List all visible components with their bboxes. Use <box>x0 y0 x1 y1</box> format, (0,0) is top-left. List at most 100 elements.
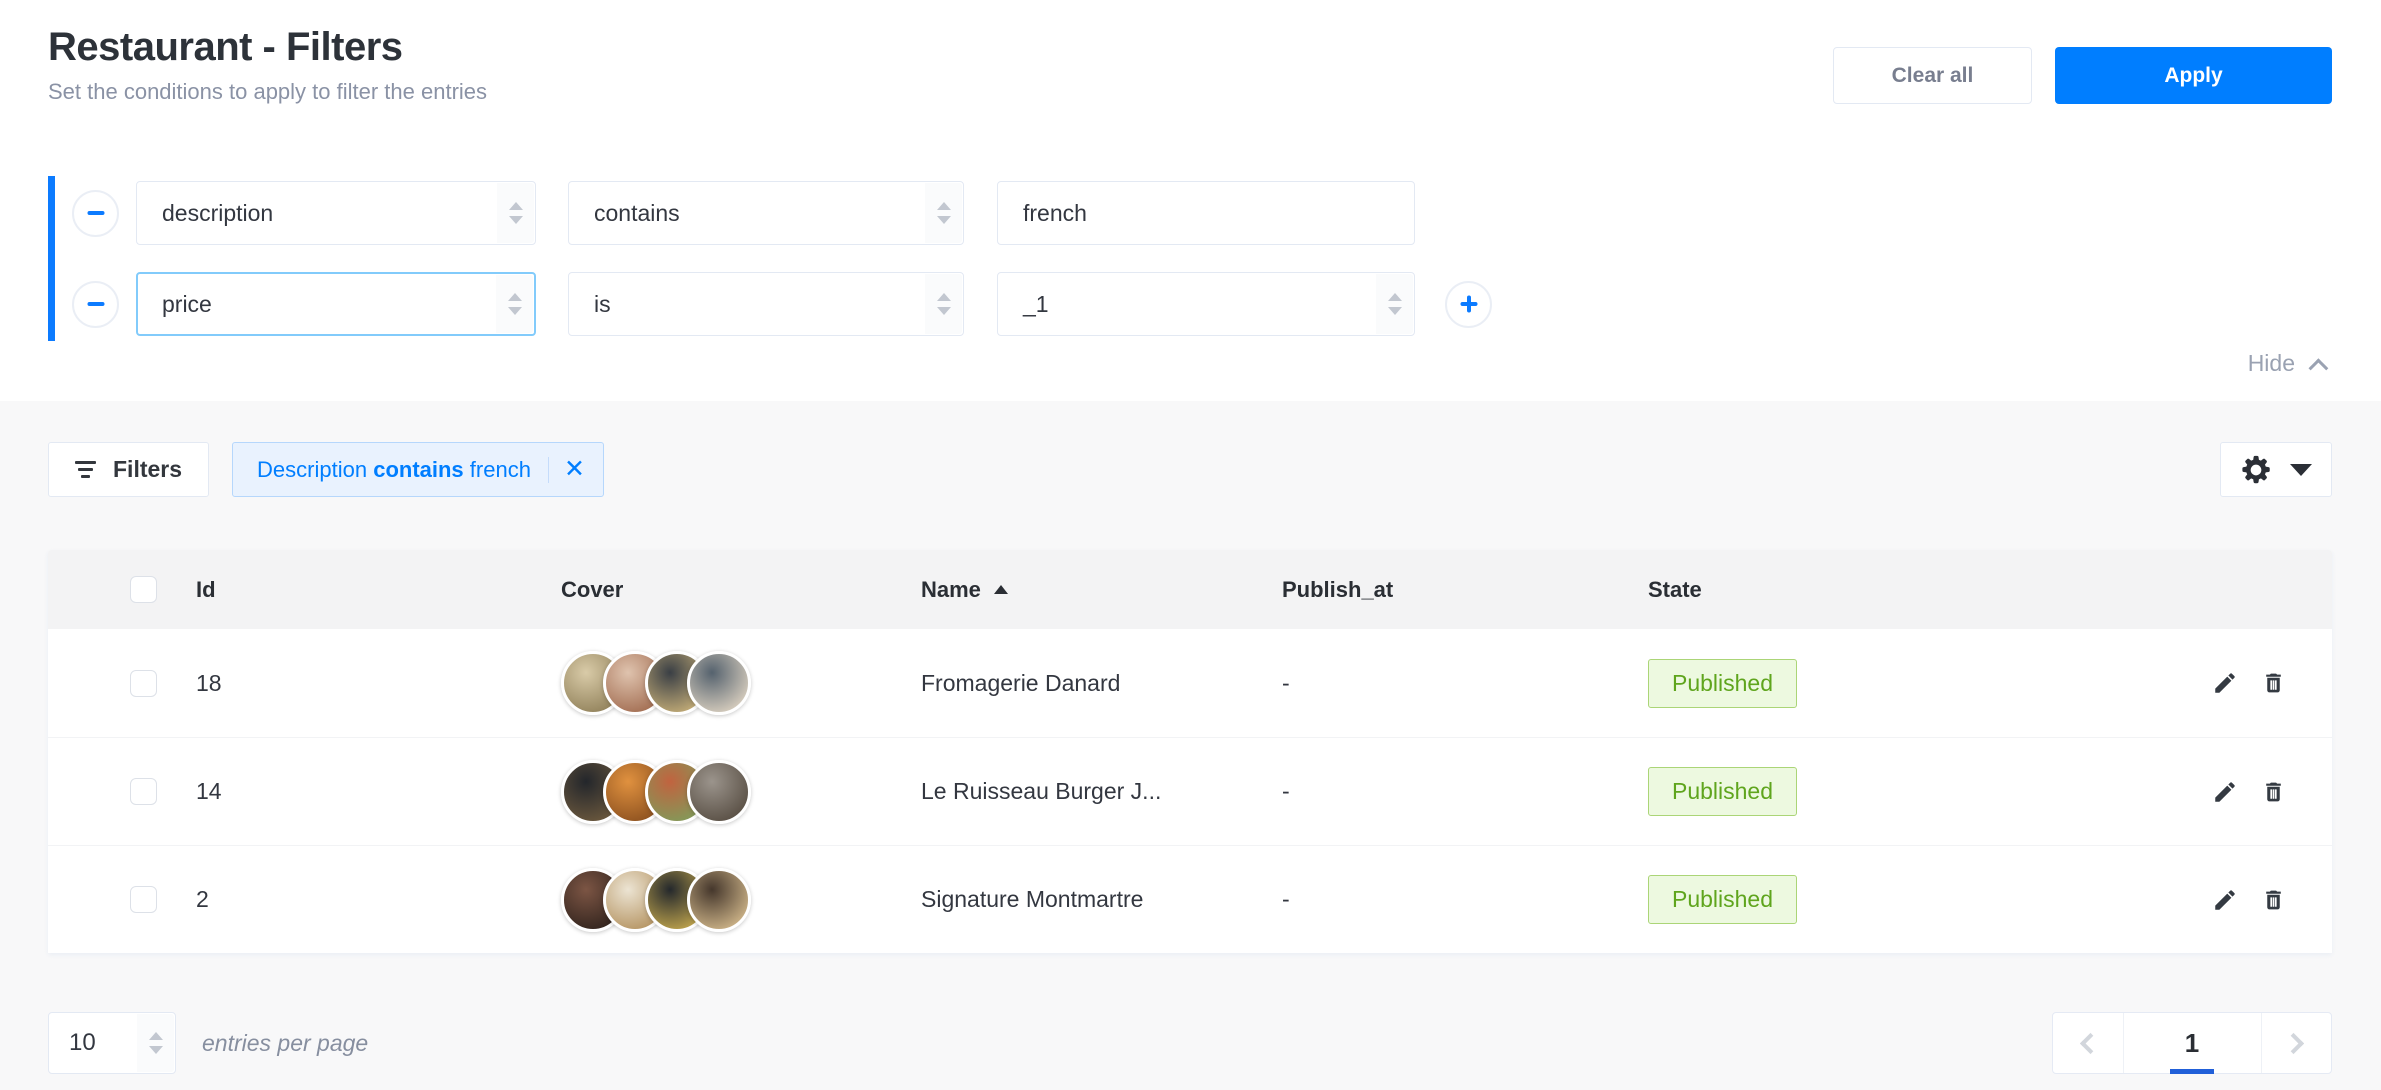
page-title: Restaurant - Filters <box>48 25 487 70</box>
filter-field-value: price <box>162 291 212 318</box>
filter-operator-value: contains <box>594 200 680 227</box>
chip-close-icon[interactable]: ✕ <box>564 457 585 482</box>
select-arrows-icon <box>925 183 962 243</box>
entries-per-page-label: entries per page <box>202 1030 368 1057</box>
cell-cover <box>561 868 921 932</box>
chevron-down-icon <box>2290 464 2312 476</box>
edit-icon[interactable] <box>2211 886 2238 913</box>
filter-value-select[interactable]: _1 <box>997 272 1415 336</box>
cell-id: 18 <box>196 670 561 697</box>
current-page[interactable]: 1 <box>2123 1013 2262 1073</box>
page-subtitle: Set the conditions to apply to filter th… <box>48 79 487 105</box>
delete-icon[interactable] <box>2260 670 2287 697</box>
cell-cover <box>561 651 921 715</box>
select-arrows-icon <box>925 274 962 334</box>
chip-divider <box>548 457 549 483</box>
hide-filters-link[interactable]: Hide <box>2248 350 2324 377</box>
add-filter-wrap <box>1445 281 1492 328</box>
settings-dropdown-button[interactable] <box>2220 442 2332 497</box>
filters-button-label: Filters <box>113 456 182 483</box>
row-actions <box>2166 670 2332 697</box>
status-badge: Published <box>1648 659 1797 708</box>
cell-id: 2 <box>196 886 561 913</box>
select-arrows-icon <box>137 1014 174 1072</box>
cover-photo <box>687 868 751 932</box>
row-checkbox[interactable] <box>130 886 157 913</box>
cover-photo <box>687 651 751 715</box>
add-filter-button[interactable] <box>1445 281 1492 328</box>
edit-icon[interactable] <box>2211 778 2238 805</box>
filter-operator-select[interactable]: is <box>568 272 964 336</box>
sort-ascending-icon <box>994 585 1008 594</box>
previous-page-button[interactable] <box>2053 1013 2123 1073</box>
select-arrows-icon <box>496 275 533 333</box>
filter-operator-select[interactable]: contains <box>568 181 964 245</box>
cell-publish-at: - <box>1282 778 1648 805</box>
page-title-block: Restaurant - Filters Set the conditions … <box>48 25 487 105</box>
cell-name: Fromagerie Danard <box>921 670 1282 697</box>
header-actions: Clear all Apply <box>1833 47 2332 105</box>
filter-value-input[interactable] <box>997 181 1415 245</box>
chip-operator: contains <box>373 457 463 483</box>
filter-builder: description contains price is _1 <box>48 176 2332 341</box>
cell-id: 14 <box>196 778 561 805</box>
status-badge: Published <box>1648 875 1797 924</box>
clear-all-button[interactable]: Clear all <box>1833 47 2032 104</box>
cover-photo <box>687 760 751 824</box>
table-row[interactable]: 14 Le Ruisseau Burger J... - Published <box>48 737 2332 845</box>
remove-filter-button[interactable] <box>72 190 119 237</box>
filters-button[interactable]: Filters <box>48 442 209 497</box>
delete-icon[interactable] <box>2260 778 2287 805</box>
row-checkbox[interactable] <box>130 778 157 805</box>
cell-name: Signature Montmartre <box>921 886 1282 913</box>
row-actions <box>2166 778 2332 805</box>
chip-value: french <box>470 457 531 483</box>
table-header-row: Id Cover Name Publish_at State <box>48 550 2332 629</box>
remove-filter-button[interactable] <box>72 281 119 328</box>
page-size-select[interactable]: 10 <box>48 1012 176 1074</box>
table-row[interactable]: 2 Signature Montmartre - Published <box>48 845 2332 953</box>
page-header: Restaurant - Filters Set the conditions … <box>48 0 2332 105</box>
entries-table: Id Cover Name Publish_at State 18 Fromag… <box>48 550 2332 953</box>
select-all-checkbox[interactable] <box>130 576 157 603</box>
column-header-id[interactable]: Id <box>196 577 561 603</box>
status-badge: Published <box>1648 767 1797 816</box>
filter-row: description contains <box>72 181 2332 245</box>
gear-icon <box>2240 454 2272 486</box>
apply-button[interactable]: Apply <box>2055 47 2332 104</box>
column-header-name[interactable]: Name <box>921 577 1282 603</box>
list-toolbar: Filters Description contains french ✕ <box>48 401 2332 497</box>
chevron-left-icon <box>2080 1032 2101 1053</box>
cell-name: Le Ruisseau Burger J... <box>921 778 1282 805</box>
column-header-publish-at[interactable]: Publish_at <box>1282 577 1648 603</box>
table-row[interactable]: 18 Fromagerie Danard - Published <box>48 629 2332 737</box>
select-arrows-icon <box>497 183 534 243</box>
edit-icon[interactable] <box>2211 670 2238 697</box>
cell-publish-at: - <box>1282 886 1648 913</box>
row-checkbox[interactable] <box>130 670 157 697</box>
chip-field: Description <box>257 457 367 483</box>
filter-row: price is _1 <box>72 272 2332 336</box>
cell-cover <box>561 760 921 824</box>
active-filter-chip: Description contains french ✕ <box>232 442 604 497</box>
next-page-button[interactable] <box>2262 1013 2332 1073</box>
row-actions <box>2166 886 2332 913</box>
pagination: 1 <box>2052 1012 2332 1074</box>
list-view-section: Filters Description contains french ✕ Id… <box>0 401 2381 1090</box>
delete-icon[interactable] <box>2260 886 2287 913</box>
page-size-value: 10 <box>69 1029 96 1057</box>
filter-field-value: description <box>162 200 273 227</box>
table-footer: 10 entries per page 1 <box>48 1012 2332 1074</box>
filter-icon <box>75 461 96 478</box>
filters-panel-section: Restaurant - Filters Set the conditions … <box>0 0 2381 401</box>
active-page-indicator <box>2170 1069 2214 1074</box>
chevron-up-icon <box>2309 358 2329 378</box>
select-arrows-icon <box>1376 274 1413 334</box>
filter-operator-value: is <box>594 291 611 318</box>
filter-field-select[interactable]: description <box>136 181 536 245</box>
header-checkbox-cell <box>48 576 196 603</box>
column-header-state[interactable]: State <box>1648 577 2166 603</box>
cell-publish-at: - <box>1282 670 1648 697</box>
filter-field-select[interactable]: price <box>136 272 536 336</box>
column-header-cover[interactable]: Cover <box>561 577 921 603</box>
